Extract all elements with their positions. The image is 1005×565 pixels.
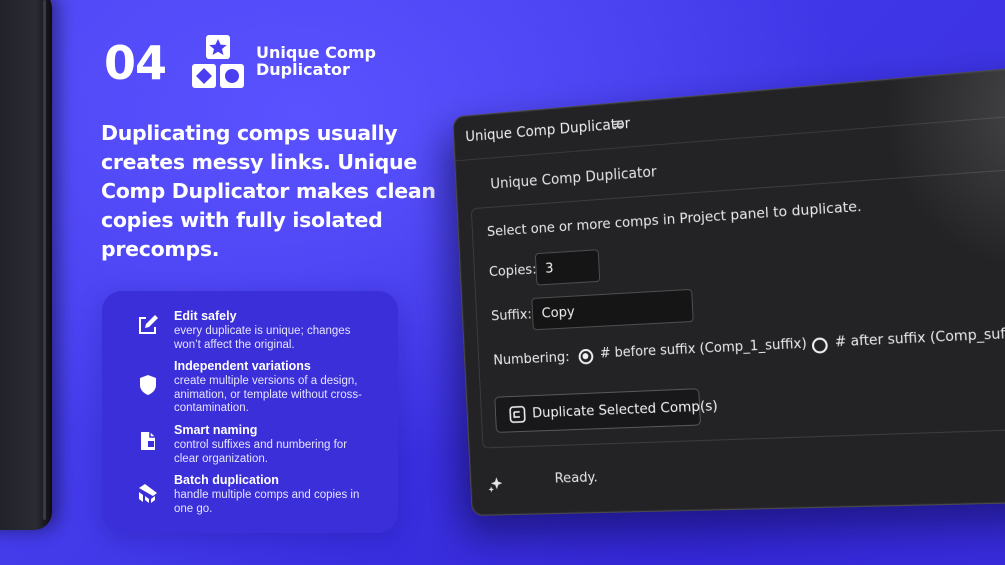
instructions-text: Select one or more comps in Project pane…	[487, 198, 862, 240]
sparkle-icon	[488, 476, 504, 493]
document-icon	[136, 429, 160, 453]
copies-input[interactable]: 3	[535, 249, 600, 285]
options-group: Select one or more comps in Project pane…	[471, 160, 1005, 448]
panel-tab-title[interactable]: Unique Comp Duplicator	[465, 116, 631, 146]
feature-item-text: every duplicate is unique; changes won’t…	[174, 325, 374, 352]
suffix-input[interactable]: Copy	[531, 289, 693, 331]
radio-before-suffix-label[interactable]: # before suffix (Comp_1_suffix)	[600, 336, 808, 361]
numbering-label: Numbering:	[493, 349, 570, 369]
copies-label: Copies:	[489, 261, 537, 280]
shapes-icon	[191, 34, 245, 90]
ae-panel: Unique Comp Duplicator ≡ Unique Comp Dup…	[452, 59, 1005, 516]
feature-item-title: Edit safely	[174, 309, 237, 323]
feature-title-line1: Unique Comp	[256, 44, 416, 61]
feature-title-line2: Duplicator	[256, 61, 416, 78]
feature-item-title: Batch duplication	[174, 473, 279, 487]
menu-icon[interactable]: ≡	[612, 114, 625, 133]
feature-item-text: create multiple versions of a design, an…	[174, 375, 374, 416]
duplicate-icon	[509, 406, 526, 424]
feature-number: 04	[104, 36, 166, 90]
feature-item-text: handle multiple comps and copies in one …	[174, 489, 374, 516]
duplicate-button-label: Duplicate Selected Comp(s)	[532, 398, 718, 422]
status-text: Ready.	[554, 469, 598, 487]
layers-icon	[136, 481, 160, 505]
feature-description: Duplicating comps usually creates messy …	[101, 119, 451, 264]
shield-icon	[136, 373, 160, 397]
device-edge	[0, 0, 52, 530]
panel-heading: Unique Comp Duplicator	[490, 164, 657, 193]
feature-item-title: Independent variations	[174, 359, 311, 373]
suffix-label: Suffix:	[491, 306, 532, 324]
feature-item-title: Smart naming	[174, 423, 257, 437]
panel-mockup: Unique Comp Duplicator ≡ Unique Comp Dup…	[430, 80, 1005, 540]
duplicate-button[interactable]: Duplicate Selected Comp(s)	[494, 388, 701, 433]
radio-after-suffix-label[interactable]: # after suffix (Comp_suffix_1)	[834, 324, 1005, 350]
radio-before-suffix[interactable]	[578, 349, 593, 365]
edit-icon	[136, 313, 160, 337]
feature-item-text: control suffixes and numbering for clear…	[174, 439, 374, 466]
radio-after-suffix[interactable]	[812, 337, 828, 354]
features-card: Edit safely every duplicate is unique; c…	[102, 291, 398, 533]
feature-title: Unique Comp Duplicator	[256, 44, 416, 78]
